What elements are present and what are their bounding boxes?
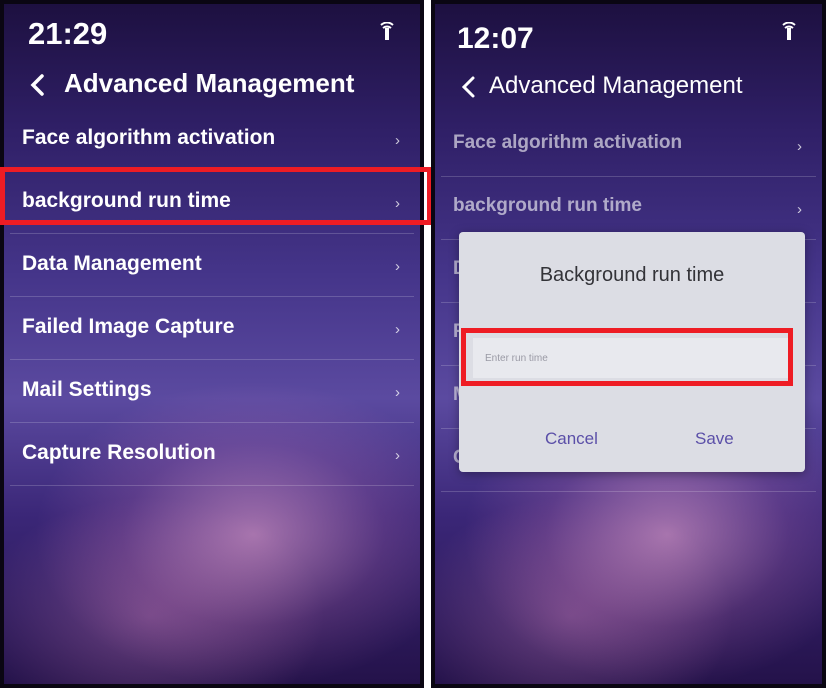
chevron-right-icon: › bbox=[797, 201, 802, 218]
status-time: 21:29 bbox=[28, 16, 108, 51]
network-signal-icon bbox=[778, 21, 800, 40]
back-arrow-icon[interactable] bbox=[457, 74, 483, 100]
title-bar: Advanced Management bbox=[4, 64, 420, 108]
chevron-right-icon: › bbox=[395, 321, 400, 338]
menu-item-label: Failed Image Capture bbox=[22, 315, 235, 338]
menu-item-label: Face algorithm activation bbox=[22, 126, 276, 149]
title-bar: Advanced Management bbox=[435, 64, 822, 108]
menu-item-mail-settings[interactable]: Mail Settings › bbox=[10, 360, 414, 423]
save-button[interactable]: Save bbox=[689, 428, 740, 450]
chevron-right-icon: › bbox=[395, 132, 400, 149]
menu-item-failed-image-capture[interactable]: Failed Image Capture › bbox=[10, 297, 414, 360]
settings-menu: Face algorithm activation › background r… bbox=[10, 108, 414, 486]
menu-item-background-run-time[interactable]: background run time › bbox=[441, 177, 816, 240]
menu-item-face-algorithm-activation[interactable]: Face algorithm activation › bbox=[10, 108, 414, 171]
back-arrow-icon[interactable] bbox=[26, 72, 52, 98]
menu-item-capture-resolution[interactable]: Capture Resolution › bbox=[10, 423, 414, 486]
menu-item-label: background run time bbox=[453, 195, 642, 216]
settings-screen-left: 21:29 Advanced Management Face algorithm… bbox=[0, 0, 424, 688]
chevron-right-icon: › bbox=[395, 447, 400, 464]
menu-item-face-algorithm-activation[interactable]: Face algorithm activation › bbox=[441, 114, 816, 177]
highlight-box-run-time-input bbox=[461, 328, 793, 386]
page-title: Advanced Management bbox=[64, 68, 355, 98]
status-bar: 12:07 bbox=[435, 4, 822, 64]
menu-item-label: Data Management bbox=[22, 252, 202, 275]
page-title: Advanced Management bbox=[489, 72, 743, 99]
network-signal-icon bbox=[376, 21, 398, 40]
menu-item-label: Capture Resolution bbox=[22, 441, 216, 464]
status-time: 12:07 bbox=[457, 22, 534, 55]
cancel-button[interactable]: Cancel bbox=[539, 428, 604, 450]
dialog-title: Background run time bbox=[539, 264, 725, 286]
menu-item-label: Mail Settings bbox=[22, 378, 152, 401]
menu-item-data-management[interactable]: Data Management › bbox=[10, 234, 414, 297]
menu-item-label: Face algorithm activation bbox=[453, 132, 683, 153]
highlight-box-background-run-time bbox=[0, 167, 432, 225]
chevron-right-icon: › bbox=[395, 384, 400, 401]
status-bar: 21:29 bbox=[4, 4, 420, 64]
chevron-right-icon: › bbox=[395, 258, 400, 275]
chevron-right-icon: › bbox=[797, 138, 802, 155]
